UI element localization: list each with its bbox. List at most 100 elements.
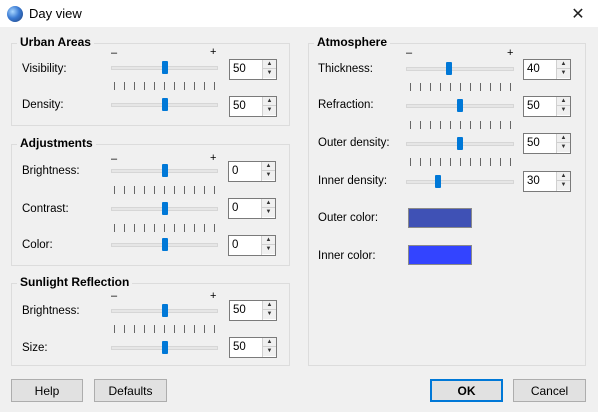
visibility-spinbox[interactable]: 50 ▲ ▼ (229, 59, 277, 80)
outer-color-swatch[interactable] (408, 208, 472, 228)
refraction-value[interactable]: 50 (527, 100, 540, 112)
spin-down-arrow-icon[interactable]: ▼ (557, 143, 570, 152)
spin-down-arrow-icon[interactable]: ▼ (263, 106, 276, 115)
slider-tick (184, 82, 185, 90)
density-label: Density: (22, 99, 64, 111)
thickness-spinbox[interactable]: 40 ▲ ▼ (523, 59, 571, 80)
slider-tick (134, 325, 135, 333)
spin-up-arrow-icon[interactable]: ▲ (263, 301, 276, 310)
slider-tick (204, 325, 205, 333)
slider-tick (500, 83, 501, 91)
color-value[interactable]: 0 (232, 239, 238, 251)
density-slider-thumb[interactable] (161, 98, 168, 111)
slider-tick (164, 325, 165, 333)
thickness-slider-track[interactable] (406, 67, 514, 71)
slider-tick (480, 121, 481, 129)
slider-tick (194, 82, 195, 90)
slider-tick (154, 82, 155, 90)
slider-tick (440, 158, 441, 166)
inner-density-value[interactable]: 30 (527, 175, 540, 187)
thickness-slider-thumb[interactable] (446, 62, 453, 75)
spin-down-arrow-icon[interactable]: ▼ (262, 208, 275, 217)
close-icon[interactable]: ✕ (558, 0, 598, 28)
outer-density-slider-thumb[interactable] (457, 137, 463, 150)
thickness-label: Thickness: (318, 63, 373, 75)
title-bar: Day view ✕ (0, 0, 598, 28)
outer-density-spinbox[interactable]: 50 ▲ ▼ (523, 133, 571, 154)
density-value[interactable]: 50 (233, 100, 246, 112)
slider-tick (450, 158, 451, 166)
spin-down-arrow-icon[interactable]: ▼ (557, 181, 570, 190)
brightness-slider-thumb[interactable] (161, 164, 168, 177)
slider-min-sign: – (111, 290, 118, 302)
thickness-value[interactable]: 40 (527, 63, 540, 75)
sun-brightness-value[interactable]: 50 (233, 304, 246, 316)
ok-button[interactable]: OK (430, 379, 503, 402)
spin-up-arrow-icon[interactable]: ▲ (262, 236, 275, 245)
spin-up-arrow-icon[interactable]: ▲ (263, 338, 276, 347)
spin-up-arrow-icon[interactable]: ▲ (557, 60, 570, 69)
refraction-slider-thumb[interactable] (457, 99, 463, 112)
slider-tick (410, 121, 411, 129)
slider-tick (480, 158, 481, 166)
slider-tick (470, 83, 471, 91)
spin-up-arrow-icon[interactable]: ▲ (557, 97, 570, 106)
brightness-ticks (114, 186, 215, 194)
outer-density-value[interactable]: 50 (527, 137, 540, 149)
refraction-spinbox[interactable]: 50 ▲ ▼ (523, 96, 571, 117)
contrast-slider-thumb[interactable] (161, 202, 168, 215)
slider-tick (154, 325, 155, 333)
spin-up-arrow-icon[interactable]: ▲ (262, 162, 275, 171)
spin-up-arrow-icon[interactable]: ▲ (262, 199, 275, 208)
slider-tick (204, 224, 205, 232)
visibility-label: Visibility: (22, 63, 67, 75)
outer-density-ticks (410, 158, 511, 166)
inner-density-slider-thumb[interactable] (435, 175, 442, 188)
visibility-value[interactable]: 50 (233, 63, 246, 75)
thickness-ticks (410, 83, 511, 91)
contrast-spinbox[interactable]: 0 ▲ ▼ (228, 198, 276, 219)
inner-density-spinbox[interactable]: 30 ▲ ▼ (523, 171, 571, 192)
defaults-button[interactable]: Defaults (94, 379, 167, 402)
sun-brightness-label: Brightness: (22, 305, 80, 317)
brightness-spinbox[interactable]: 0 ▲ ▼ (228, 161, 276, 182)
help-button[interactable]: Help (11, 379, 83, 402)
slider-tick (174, 186, 175, 194)
density-spinbox[interactable]: 50 ▲ ▼ (229, 96, 277, 117)
inner-density-slider-track[interactable] (406, 180, 514, 184)
slider-tick (124, 224, 125, 232)
sun-brightness-slider-thumb[interactable] (161, 304, 168, 317)
spin-up-arrow-icon[interactable]: ▲ (263, 60, 276, 69)
slider-tick (500, 121, 501, 129)
spin-up-arrow-icon[interactable]: ▲ (557, 134, 570, 143)
slider-tick (194, 224, 195, 232)
color-spinbox[interactable]: 0 ▲ ▼ (228, 235, 276, 256)
color-slider-thumb[interactable] (161, 238, 168, 251)
spin-down-arrow-icon[interactable]: ▼ (263, 310, 276, 319)
contrast-value[interactable]: 0 (232, 202, 238, 214)
spin-down-arrow-icon[interactable]: ▼ (263, 69, 276, 78)
spin-down-arrow-icon[interactable]: ▼ (262, 171, 275, 180)
slider-tick (410, 158, 411, 166)
cancel-button[interactable]: Cancel (513, 379, 586, 402)
refraction-label: Refraction: (318, 99, 374, 111)
slider-tick (470, 121, 471, 129)
brightness-value[interactable]: 0 (232, 165, 238, 177)
spin-down-arrow-icon[interactable]: ▼ (263, 347, 276, 356)
size-value[interactable]: 50 (233, 341, 246, 353)
size-slider-thumb[interactable] (161, 341, 168, 354)
spin-down-arrow-icon[interactable]: ▼ (557, 106, 570, 115)
slider-tick (144, 186, 145, 194)
spin-up-arrow-icon[interactable]: ▲ (263, 97, 276, 106)
spin-down-arrow-icon[interactable]: ▼ (557, 69, 570, 78)
spin-up-arrow-icon[interactable]: ▲ (557, 172, 570, 181)
inner-color-swatch[interactable] (408, 245, 472, 265)
visibility-slider-thumb[interactable] (161, 61, 168, 74)
size-spinbox[interactable]: 50 ▲ ▼ (229, 337, 277, 358)
sun-brightness-spinbox[interactable]: 50 ▲ ▼ (229, 300, 277, 321)
slider-tick (164, 186, 165, 194)
outer-density-label: Outer density: (318, 137, 390, 149)
atmosphere-group: Atmosphere (308, 35, 586, 366)
spin-down-arrow-icon[interactable]: ▼ (262, 245, 275, 254)
group-title-atmosphere: Atmosphere (314, 35, 391, 49)
